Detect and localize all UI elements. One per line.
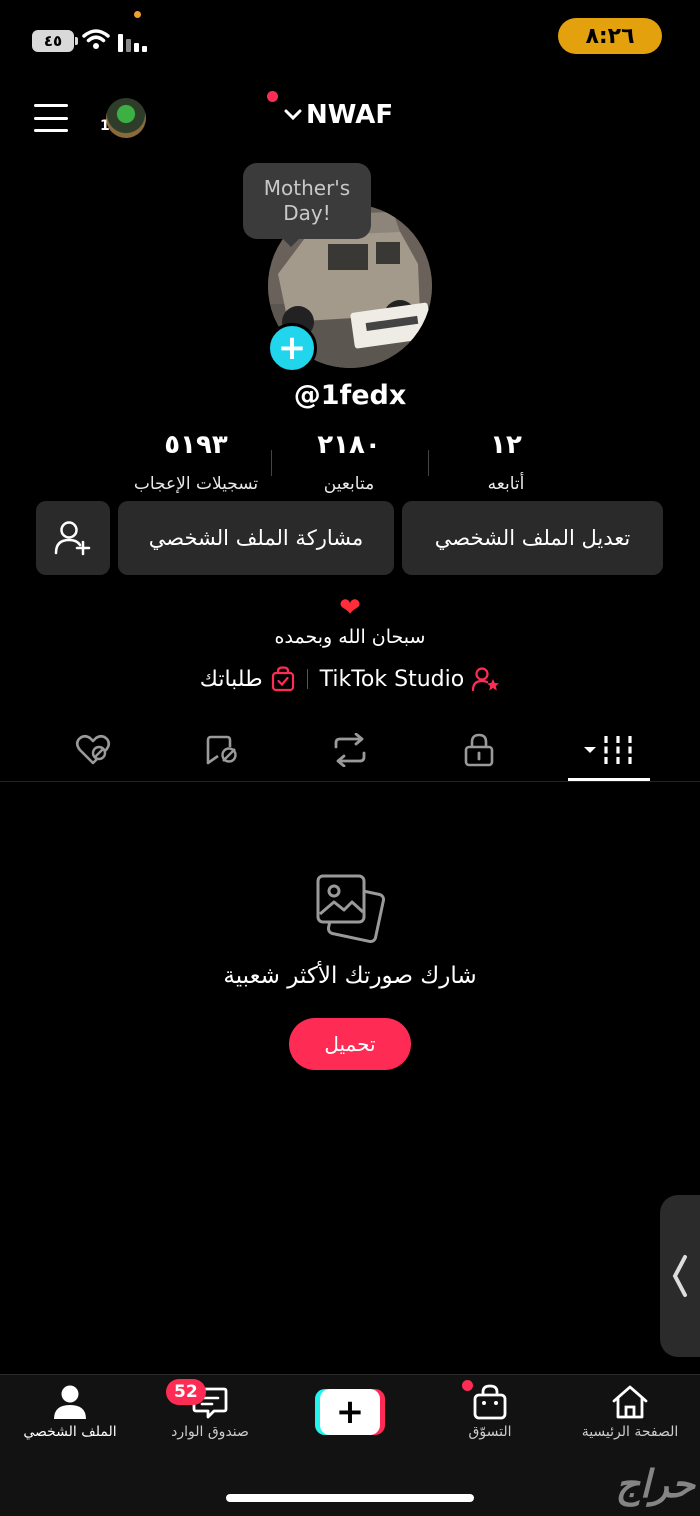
followers-count[interactable]: ٢١٨٠	[259, 430, 439, 460]
nav-profile[interactable]: الملف الشخصي	[0, 1384, 140, 1440]
profile-icon	[54, 1385, 86, 1419]
shopping-bag-icon	[271, 666, 294, 692]
links-divider	[306, 669, 308, 689]
heart-emoji: ❤	[339, 593, 361, 623]
story-count: 1	[100, 118, 110, 134]
notification-dot	[267, 91, 278, 102]
edit-profile-button[interactable]: تعديل الملف الشخصي	[402, 501, 663, 575]
inbox-badge: 52	[166, 1379, 206, 1405]
lock-icon	[464, 733, 494, 767]
nav-home[interactable]: الصفحة الرئيسية	[560, 1384, 700, 1440]
story-avatar[interactable]	[106, 98, 146, 138]
create-button[interactable]: +	[315, 1389, 385, 1435]
repost-icon	[334, 733, 366, 767]
chevron-left-icon	[672, 1255, 687, 1297]
cellular-signal-icon	[118, 32, 147, 52]
nav-inbox-label: صندوق الوارد	[171, 1424, 249, 1440]
add-user-icon	[54, 521, 91, 556]
plus-icon: +	[320, 1389, 380, 1435]
orders-label: طلباتك	[199, 666, 263, 692]
following-count[interactable]: ١٢	[416, 430, 596, 460]
wifi-icon	[82, 29, 110, 49]
home-icon	[612, 1385, 648, 1419]
battery-indicator: ٤٥	[32, 30, 78, 52]
status-time[interactable]: ٨:٢٦	[558, 18, 662, 54]
nav-shop[interactable]: التسوّق	[420, 1384, 560, 1440]
private-tab[interactable]	[449, 730, 509, 770]
username-label: NWAF	[306, 100, 394, 130]
shopping-bag-icon	[473, 1384, 507, 1420]
add-story-button[interactable]: +	[267, 323, 317, 373]
shop-notification-dot	[462, 1380, 473, 1391]
liked-tab[interactable]	[63, 730, 123, 770]
upload-button[interactable]: تحميل	[289, 1018, 411, 1070]
tabs-divider	[0, 781, 700, 782]
reposts-tab[interactable]	[320, 730, 380, 770]
creator-star-icon	[472, 667, 500, 692]
bookmark-hidden-icon	[206, 735, 237, 765]
nav-home-label: الصفحة الرئيسية	[581, 1424, 679, 1440]
profile-bio: سبحان الله وبحمده	[274, 626, 426, 648]
tiktok-studio-label: TikTok Studio	[319, 666, 465, 692]
favorites-tab[interactable]	[192, 730, 252, 770]
privacy-indicator-dot	[134, 11, 141, 18]
profile-links: طلباتك TikTok Studio	[0, 666, 700, 692]
avatar-tooltip: Mother's Day!	[243, 163, 371, 247]
following-label: أتابعه	[487, 474, 525, 494]
chevron-down-icon	[284, 109, 302, 121]
videos-tab[interactable]	[579, 730, 639, 770]
side-panel-handle[interactable]	[660, 1195, 700, 1357]
followers-label: متابعين	[323, 474, 375, 494]
heart-hidden-icon	[75, 734, 111, 765]
watermark: حراج	[615, 1462, 695, 1506]
nav-profile-label: الملف الشخصي	[23, 1424, 117, 1440]
orders-link[interactable]: طلباتك	[200, 666, 295, 692]
menu-icon[interactable]	[34, 104, 68, 132]
share-profile-button[interactable]: مشاركة الملف الشخصي	[118, 501, 394, 575]
photos-icon	[316, 874, 386, 944]
add-friends-button[interactable]	[36, 501, 110, 575]
tiktok-studio-link[interactable]: TikTok Studio	[320, 666, 501, 692]
account-switcher[interactable]: NWAF	[284, 100, 393, 130]
grid-dropdown-icon	[584, 736, 632, 764]
empty-state-text: شارك صورتك الأكثر شعبية	[223, 963, 477, 989]
profile-handle: @1fedx	[293, 380, 407, 411]
nav-inbox[interactable]: صندوق الوارد	[140, 1384, 280, 1440]
nav-shop-label: التسوّق	[468, 1424, 512, 1440]
home-indicator[interactable]	[226, 1494, 474, 1502]
